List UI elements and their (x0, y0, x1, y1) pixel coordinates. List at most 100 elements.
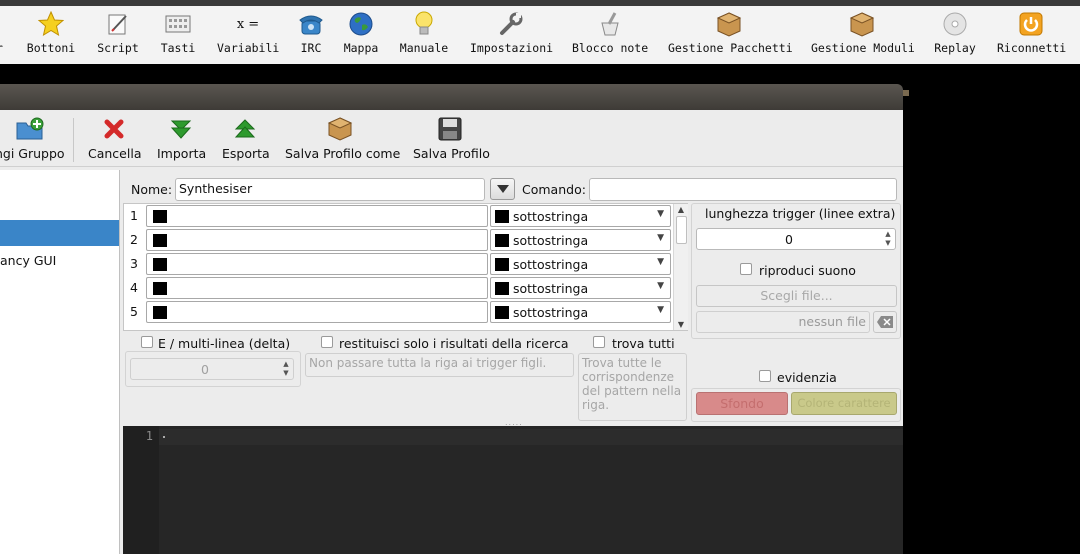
pattern-input[interactable] (146, 301, 488, 323)
toolbar-manuale-button[interactable]: Manuale (399, 10, 449, 55)
toolbar-impostazioni-button[interactable]: Impostazioni (470, 10, 554, 55)
color-swatch[interactable] (153, 234, 167, 247)
toolbar-variabili-button[interactable]: x = Variabili (217, 10, 279, 56)
pattern-type-select[interactable]: sottostringa ▼ (490, 277, 671, 299)
match-all-checkbox[interactable] (593, 336, 605, 348)
filter-checkbox[interactable] (321, 336, 333, 348)
trigger-length-spinbox[interactable]: 0 ▲ ▼ (696, 228, 896, 250)
background-color-button[interactable]: Sfondo (696, 392, 788, 415)
color-swatch (495, 210, 509, 223)
titlebar-corner (903, 90, 909, 96)
save-profile-button[interactable]: Salva Profilo (413, 116, 490, 161)
pattern-number: 5 (130, 304, 138, 319)
toolbar-replay-button[interactable]: Replay (933, 10, 977, 55)
choose-file-button[interactable]: Scegli file... (696, 285, 897, 307)
save-profile-as-button[interactable]: Salva Profilo come (285, 116, 400, 161)
color-swatch[interactable] (153, 306, 167, 319)
play-sound-checkbox[interactable] (740, 263, 752, 275)
trigger-tree[interactable]: ancy GUI (0, 170, 120, 554)
name-input[interactable]: Synthesiser (175, 178, 485, 201)
color-swatch[interactable] (153, 258, 167, 271)
multiline-label: E / multi-linea (delta) (158, 336, 291, 351)
toolbar-label: Bottoni (26, 41, 76, 55)
toolbar-tasti-button[interactable]: Tasti (160, 10, 196, 55)
power-icon (1019, 12, 1043, 36)
pattern-type-select[interactable]: sottostringa ▼ (490, 229, 671, 251)
triangle-down-icon (496, 185, 509, 193)
add-group-button[interactable]: ngi Gruppo (0, 116, 65, 161)
toolbar-blocco-note-button[interactable]: Blocco note (572, 10, 648, 55)
toolbar-label: Manuale (399, 41, 449, 55)
export-button[interactable]: Esporta (222, 116, 270, 161)
toolbar-label: Cancella (88, 146, 142, 161)
toolbar-label: Script (97, 41, 139, 55)
toolbar-item-partial[interactable]: r (0, 10, 3, 55)
color-swatch (495, 282, 509, 295)
toolbar-label: Impostazioni (470, 41, 554, 55)
foreground-color-button[interactable]: Colore carattere (791, 392, 897, 415)
toolbar-riconnetti-button[interactable]: Riconnetti (997, 10, 1066, 55)
color-swatch (495, 234, 509, 247)
filter-label: restituisci solo i risultati della ricer… (339, 336, 569, 351)
pattern-number: 2 (130, 232, 138, 247)
import-button[interactable]: Importa (157, 116, 206, 161)
chevron-down-icon: ▼ (657, 257, 664, 267)
pattern-number: 4 (130, 280, 138, 295)
multiline-delta-spinbox[interactable]: 0 ▲ ▼ (130, 358, 294, 380)
multiline-checkbox[interactable] (141, 336, 153, 348)
color-swatch[interactable] (153, 282, 167, 295)
filter-description: Non passare tutta la riga ai trigger fig… (305, 353, 574, 377)
toolbar-label: Blocco note (572, 41, 649, 55)
play-sound-label: riproduci suono (759, 263, 856, 278)
script-editor[interactable]: 1 (123, 426, 903, 554)
toolbar-label: Mappa (343, 41, 379, 55)
patterns-list: 1 sottostringa ▼ 2 sottostringa ▼ 3 sottos… (123, 203, 688, 331)
current-line-highlight (159, 429, 903, 445)
toolbar-irc-button[interactable]: IRC (298, 10, 324, 55)
spin-arrows-icon[interactable]: ▲ ▼ (280, 360, 292, 378)
match-all-description: Trova tutte le corrispondenze del patter… (578, 353, 687, 421)
chevron-down-icon: ▼ (657, 281, 664, 291)
tree-item[interactable]: ancy GUI (0, 253, 56, 268)
pattern-input[interactable] (146, 205, 488, 227)
highlight-checkbox[interactable] (759, 370, 771, 382)
spin-arrows-icon[interactable]: ▲ ▼ (882, 230, 894, 248)
cd-icon (943, 12, 967, 36)
package-p-icon (716, 12, 742, 37)
trigger-length-value: 0 (785, 232, 793, 247)
scroll-down-icon[interactable]: ▼ (674, 320, 688, 329)
match-all-label: trova tutti (612, 336, 675, 351)
toolbar-label: Replay (934, 41, 976, 55)
patterns-scrollbar[interactable]: ▲ ▼ (673, 204, 688, 330)
toolbar-label: Gestione Pacchetti (668, 41, 793, 55)
sound-file-field: nessun file (696, 311, 870, 333)
trigger-type-dropdown-button[interactable] (490, 178, 515, 200)
highlight-label: evidenzia (777, 370, 837, 385)
scroll-up-icon[interactable]: ▲ (674, 205, 688, 214)
tree-selected-item[interactable] (0, 220, 119, 246)
pattern-input[interactable] (146, 277, 488, 299)
pattern-type-value: sottostringa (513, 257, 589, 272)
clear-file-button[interactable] (873, 311, 897, 333)
keyboard-icon (165, 15, 191, 33)
chevron-down-icon: ▼ (657, 305, 664, 315)
pattern-type-select[interactable]: sottostringa ▼ (490, 301, 671, 323)
toolbar-script-button[interactable]: Script (95, 10, 141, 55)
toolbar-gestione-pacchetti-button[interactable]: Gestione Pacchetti (668, 10, 793, 55)
editor-window-titlebar[interactable] (0, 84, 909, 110)
pattern-input[interactable] (146, 253, 488, 275)
pattern-type-value: sottostringa (513, 209, 589, 224)
delete-button[interactable]: Cancella (88, 116, 142, 161)
toolbar-bottoni-button[interactable]: Bottoni (26, 10, 76, 55)
color-swatch (495, 258, 509, 271)
pattern-type-select[interactable]: sottostringa ▼ (490, 205, 671, 227)
scroll-thumb[interactable] (676, 216, 687, 244)
pattern-input[interactable] (146, 229, 488, 251)
command-input[interactable] (589, 178, 897, 201)
color-swatch[interactable] (153, 210, 167, 223)
main-toolbar: r Bottoni Script Tasti x = Variabili IRC… (0, 6, 1080, 65)
pattern-type-select[interactable]: sottostringa ▼ (490, 253, 671, 275)
toolbar-gestione-moduli-button[interactable]: Gestione Moduli (811, 10, 915, 55)
toolbar-separator (73, 118, 74, 162)
toolbar-mappa-button[interactable]: Mappa (342, 10, 380, 55)
